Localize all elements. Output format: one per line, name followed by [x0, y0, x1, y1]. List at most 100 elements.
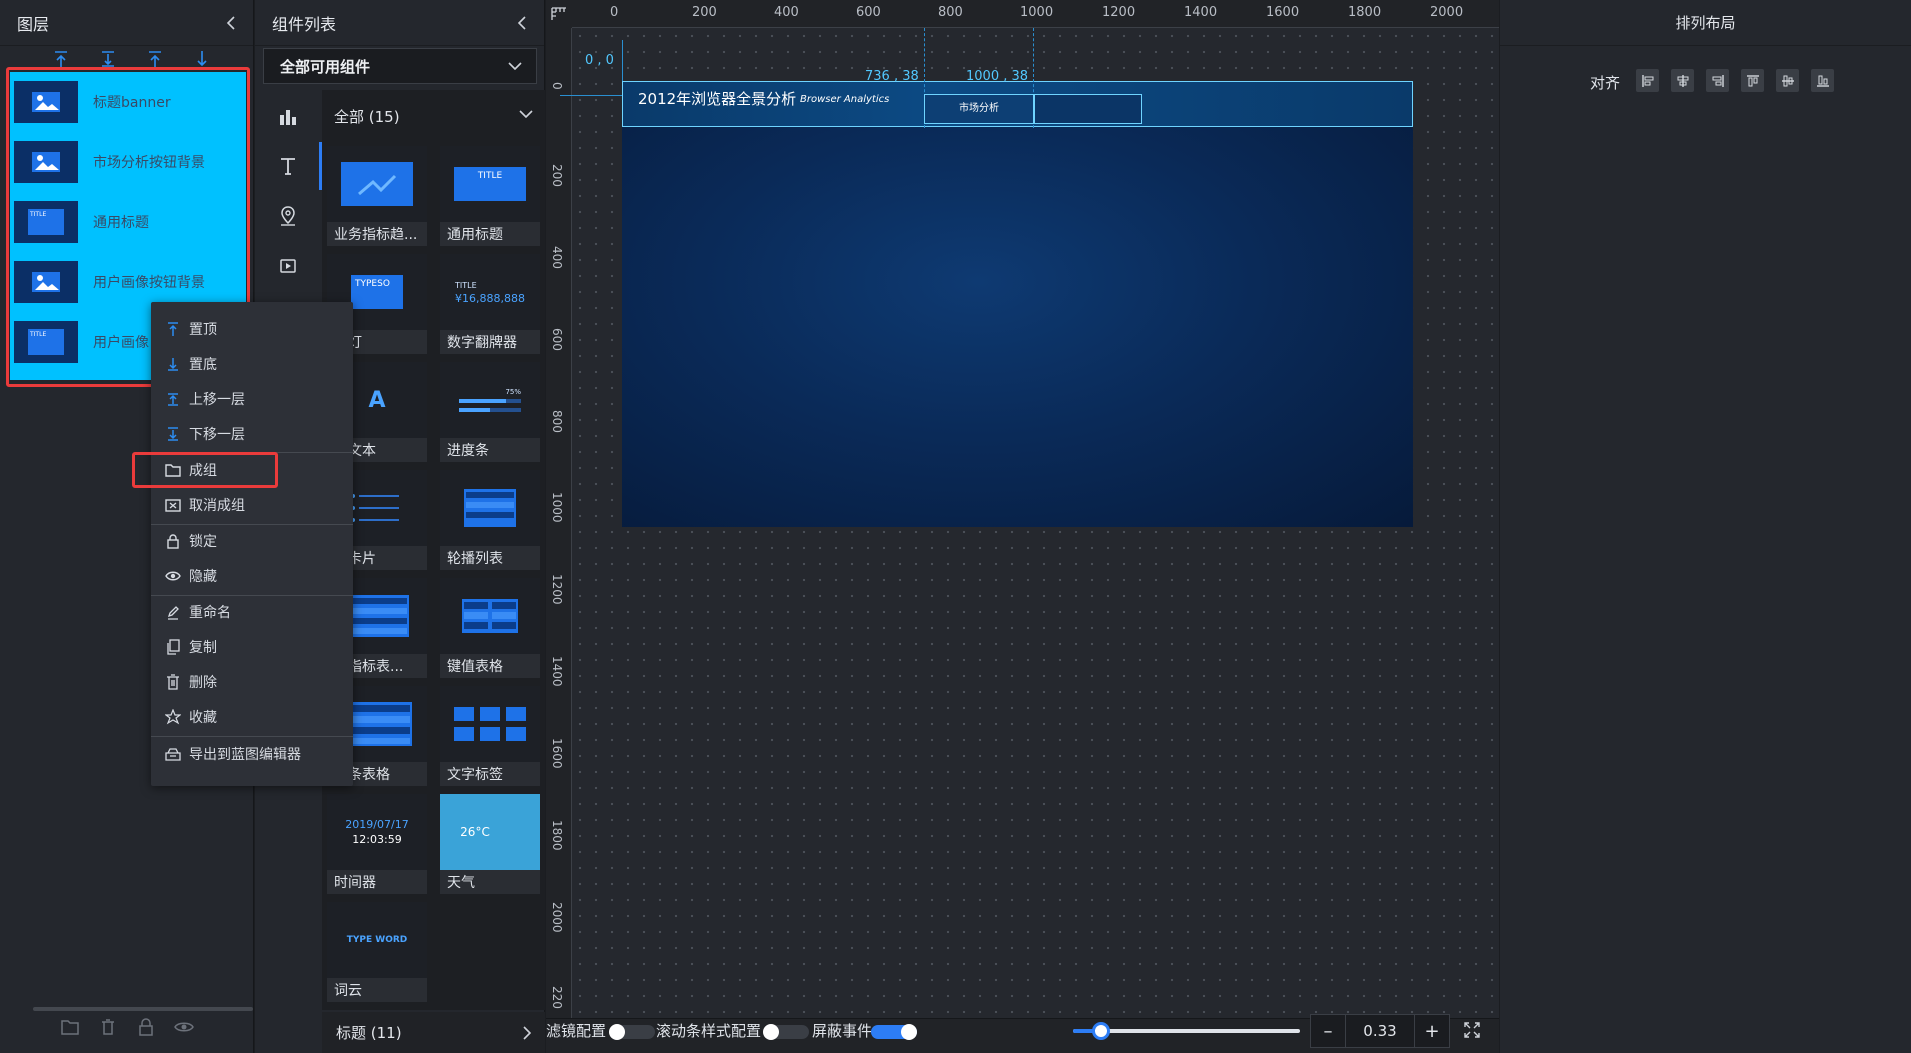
- align-left-icon[interactable]: [1636, 69, 1659, 92]
- ruler-tick-label: 0: [550, 82, 564, 90]
- zoom-in-button[interactable]: +: [1415, 1015, 1449, 1047]
- progress-thumb: 75%: [440, 362, 540, 438]
- chevron-down-icon: [508, 62, 522, 70]
- mask-events-toggle[interactable]: [871, 1024, 917, 1040]
- component-tile[interactable]: TYPE WORD 词云: [327, 902, 427, 1002]
- app-root: 图层 标题banner 市场分析按钮背景 TITLE 通用标题 用户画像按钮背景…: [0, 0, 1911, 1053]
- menu-item-rename[interactable]: 重命名: [151, 595, 353, 629]
- component-tile[interactable]: 文字标签: [440, 686, 540, 786]
- menu-label: 删除: [189, 675, 217, 691]
- ruler-tick-label: 1400: [550, 656, 564, 687]
- menu-label: 导出到蓝图编辑器: [189, 747, 301, 763]
- toggle-knob: [763, 1024, 779, 1040]
- menu-item-move-up[interactable]: 上移一层: [151, 382, 353, 416]
- title-thumb: TITLE: [440, 146, 540, 222]
- star-icon: [164, 708, 182, 726]
- component-tile[interactable]: 26°C 天气: [440, 794, 540, 894]
- toggle-knob: [901, 1024, 917, 1040]
- ruler-top[interactable]: 0 200 400 600 800 1000 1200 1400 1600 18…: [572, 0, 1499, 28]
- menu-item-to-top[interactable]: 置顶: [151, 312, 353, 346]
- filter-config-toggle[interactable]: [609, 1024, 655, 1040]
- component-tile[interactable]: 业务指标趋...: [327, 146, 427, 246]
- trash-icon[interactable]: [98, 1018, 120, 1038]
- market-button[interactable]: 市场分析: [924, 94, 1034, 124]
- align-top-icon[interactable]: [1741, 69, 1764, 92]
- ruler-tick-label: 600: [550, 328, 564, 351]
- menu-label: 取消成组: [189, 498, 245, 514]
- ruler-tick-label: 800: [938, 5, 963, 20]
- align-right-icon[interactable]: [1706, 69, 1729, 92]
- ruler-tick-label: 1400: [1184, 5, 1218, 20]
- group-all-label[interactable]: 全部 (15): [334, 106, 400, 127]
- align-bottom-icon[interactable]: [1811, 69, 1834, 92]
- ruler-tick-label: 600: [856, 5, 881, 20]
- ruler-corner-icon[interactable]: [546, 0, 572, 28]
- menu-item-copy[interactable]: 复制: [151, 630, 353, 664]
- coordinate-b: 1000 , 38: [966, 69, 1029, 84]
- move-down-icon: [164, 425, 182, 443]
- ruler-tick-label: 1600: [1266, 5, 1300, 20]
- ruler-tick-label: 1200: [550, 574, 564, 605]
- menu-item-favorite[interactable]: 收藏: [151, 700, 353, 734]
- user-button[interactable]: [1034, 94, 1142, 124]
- align-center-v-icon[interactable]: [1776, 69, 1799, 92]
- scroll-config-label: 滚动条样式配置: [656, 1022, 762, 1040]
- folder-icon[interactable]: [60, 1018, 82, 1038]
- rename-icon: [164, 603, 182, 621]
- map-pin-icon[interactable]: [277, 205, 299, 227]
- lock-icon[interactable]: [136, 1018, 158, 1038]
- component-tile[interactable]: 2019/07/17 12:03:59 时间器: [327, 794, 427, 894]
- scroll-config-toggle[interactable]: [763, 1024, 809, 1040]
- layer-panel-title: 图层: [17, 14, 50, 34]
- ruler-tick-label: 2000: [550, 902, 564, 933]
- component-label: 键值表格: [447, 659, 503, 675]
- ruler-tick-label: 1600: [550, 738, 564, 769]
- eye-icon[interactable]: [174, 1018, 196, 1038]
- ruler-tick-label: 800: [550, 410, 564, 433]
- component-tile[interactable]: 75% 进度条: [440, 362, 540, 462]
- context-menu: 置顶 置底 上移一层 下移一层 成组 取消成组 锁定 隐藏 重命名 复制 删除 …: [151, 302, 353, 786]
- ruler-tick-label: 400: [550, 246, 564, 269]
- collapse-left-icon[interactable]: [516, 15, 528, 30]
- eye-icon: [164, 567, 182, 585]
- component-tile[interactable]: 轮播列表: [440, 470, 540, 570]
- zoom-out-button[interactable]: –: [1311, 1015, 1345, 1047]
- collapse-left-icon[interactable]: [225, 15, 237, 30]
- timer-thumb: 2019/07/17 12:03:59: [327, 794, 427, 870]
- ruler-left[interactable]: 0 200 400 600 800 1000 1200 1400 1600 18…: [546, 28, 572, 1018]
- zoom-slider-handle[interactable]: [1092, 1022, 1110, 1040]
- media-icon[interactable]: [277, 255, 299, 277]
- component-tile[interactable]: TITLE 通用标题: [440, 146, 540, 246]
- component-label: 词云: [334, 983, 362, 999]
- zoom-value[interactable]: 0.33: [1345, 1015, 1415, 1047]
- carousel-list-thumb: [440, 470, 540, 546]
- kv-table-thumb: [440, 578, 540, 654]
- menu-item-ungroup[interactable]: 取消成组: [151, 488, 353, 522]
- market-button-label: 市场分析: [959, 103, 999, 114]
- text-icon[interactable]: [277, 155, 299, 177]
- lock-icon: [164, 532, 182, 550]
- component-tile[interactable]: 键值表格: [440, 578, 540, 678]
- fullscreen-icon[interactable]: [1463, 1021, 1481, 1039]
- component-filter-select[interactable]: 全部可用组件: [263, 48, 537, 84]
- layer-scrollbar[interactable]: [33, 1007, 253, 1011]
- menu-label: 重命名: [189, 605, 231, 621]
- menu-item-to-bottom[interactable]: 置底: [151, 347, 353, 381]
- move-up-icon: [164, 390, 182, 408]
- menu-label: 下移一层: [189, 427, 245, 443]
- menu-item-hide[interactable]: 隐藏: [151, 559, 353, 593]
- menu-item-lock[interactable]: 锁定: [151, 524, 353, 558]
- weather-thumb: 26°C: [440, 794, 540, 870]
- screen-preview[interactable]: [622, 81, 1413, 527]
- component-label: 进度条: [447, 443, 489, 459]
- group-title-row[interactable]: 标题 (11): [322, 1012, 545, 1053]
- menu-item-move-down[interactable]: 下移一层: [151, 417, 353, 451]
- to-top-icon: [164, 320, 182, 338]
- component-tile[interactable]: TITLE ¥16,888,888 数字翻牌器: [440, 254, 540, 354]
- menu-item-delete[interactable]: 删除: [151, 665, 353, 699]
- filter-config-label: 滤镜配置: [546, 1022, 607, 1040]
- bar-chart-icon[interactable]: [277, 106, 299, 128]
- chevron-down-icon[interactable]: [519, 110, 533, 118]
- menu-item-export-blueprint[interactable]: 导出到蓝图编辑器: [151, 737, 353, 771]
- align-center-h-icon[interactable]: [1671, 69, 1694, 92]
